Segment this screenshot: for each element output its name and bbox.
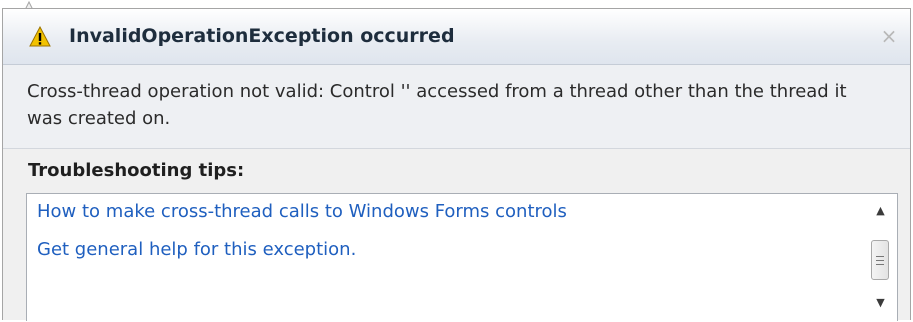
tip-link-cross-thread-calls[interactable]: How to make cross-thread calls to Window… [37, 200, 857, 224]
dialog-title-bar: InvalidOperationException occurred × [3, 9, 910, 65]
exception-assistant-dialog: InvalidOperationException occurred × Cro… [2, 8, 911, 322]
troubleshooting-tips-list: How to make cross-thread calls to Window… [26, 193, 898, 322]
warning-icon [29, 26, 51, 47]
tip-link-general-help[interactable]: Get general help for this exception. [37, 238, 857, 262]
dialog-title: InvalidOperationException occurred [69, 25, 455, 47]
scroll-grip-line [876, 256, 884, 257]
scroll-down-arrow-icon[interactable]: ▼ [864, 294, 897, 312]
tips-scrollbar[interactable]: ▲ ▼ [864, 194, 897, 322]
troubleshooting-tips-heading: Troubleshooting tips: [28, 160, 245, 181]
exception-message: Cross-thread operation not valid: Contro… [27, 81, 847, 129]
scroll-grip-line [876, 260, 884, 261]
scroll-up-arrow-icon[interactable]: ▲ [864, 202, 897, 220]
scroll-thumb[interactable] [871, 240, 889, 280]
exception-message-area: Cross-thread operation not valid: Contro… [3, 65, 910, 149]
close-button[interactable]: × [878, 25, 900, 47]
tips-list-content: How to make cross-thread calls to Window… [37, 200, 857, 276]
scroll-grip-line [876, 264, 884, 265]
